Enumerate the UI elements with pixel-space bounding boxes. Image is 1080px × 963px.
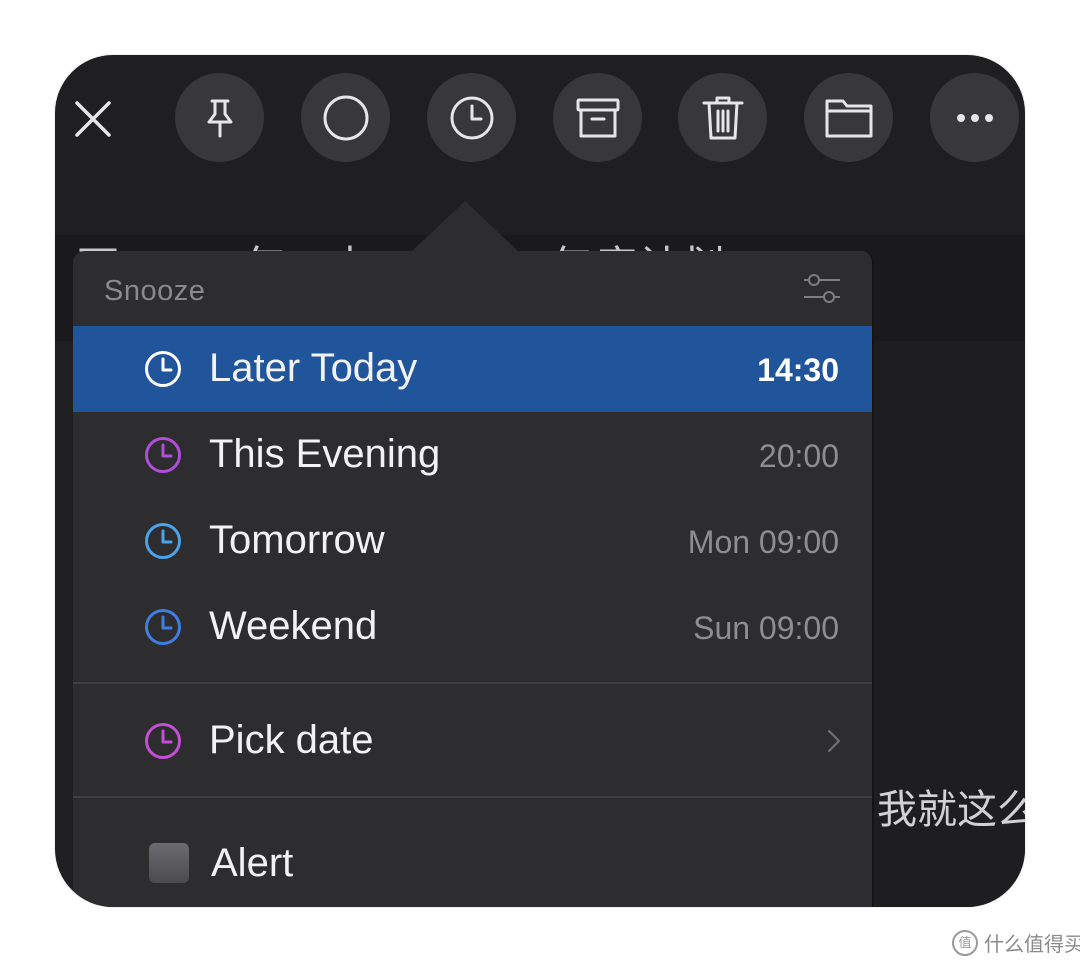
option-label: Weekend: [209, 604, 378, 648]
option-label: This Evening: [209, 432, 441, 476]
snooze-popover: Snooze Later Today 14:30 This Evening 20…: [73, 251, 874, 907]
archive-button[interactable]: [553, 73, 642, 162]
watermark: 值 什么值得买: [952, 928, 1080, 957]
snooze-button[interactable]: [427, 73, 516, 162]
move-to-folder-button[interactable]: [804, 73, 893, 162]
option-time: Sun 09:00: [693, 610, 839, 646]
archive-icon: [576, 98, 619, 137]
watermark-text: 什么值得买: [984, 934, 1080, 956]
menu-divider: [73, 682, 872, 684]
snooze-option-pick-date[interactable]: Pick date: [73, 698, 872, 784]
clock-icon: [145, 723, 181, 759]
email-body-text: 我就这么: [877, 788, 1025, 832]
clock-icon: [145, 437, 181, 473]
option-time: 14:30: [757, 352, 839, 388]
circle-icon: [323, 95, 368, 140]
pin-icon: [207, 99, 232, 137]
option-label: Later Today: [209, 346, 418, 390]
more-button[interactable]: [930, 73, 1019, 162]
popover-header: Snooze: [73, 251, 872, 326]
chevron-right-icon: [827, 729, 841, 753]
clock-icon: [145, 523, 181, 559]
more-icon: [956, 113, 993, 122]
snooze-option-later-today[interactable]: Later Today 14:30: [73, 326, 872, 412]
alert-label: Alert: [211, 841, 294, 885]
watermark-logo-icon: 值: [952, 929, 978, 956]
app-window: 西 ∙ ∙ ∙ ∙ 年 ∙ 吉 ∙ ∙ ∙ ∙ ∙ ∙ 年度计划 我就这么: [55, 55, 1025, 907]
alert-checkbox-row[interactable]: Alert: [73, 821, 872, 907]
menu-divider: [73, 796, 872, 798]
snooze-option-weekend[interactable]: Weekend Sun 09:00: [73, 584, 872, 670]
option-time: 20:00: [758, 438, 839, 474]
popover-title: Snooze: [104, 275, 206, 307]
folder-icon: [825, 99, 872, 137]
option-label: Pick date: [209, 718, 374, 762]
delete-button[interactable]: [678, 73, 767, 162]
trash-icon: [702, 96, 743, 139]
close-icon: [75, 101, 111, 137]
alert-checkbox[interactable]: [149, 843, 189, 883]
close-button[interactable]: [71, 97, 115, 141]
clock-icon: [145, 351, 181, 387]
popover-arrow: [410, 201, 520, 253]
clock-icon: [450, 96, 493, 139]
snooze-option-tomorrow[interactable]: Tomorrow Mon 09:00: [73, 498, 872, 584]
option-label: Tomorrow: [209, 518, 385, 562]
snooze-option-this-evening[interactable]: This Evening 20:00: [73, 412, 872, 498]
page: 西 ∙ ∙ ∙ ∙ 年 ∙ 吉 ∙ ∙ ∙ ∙ ∙ ∙ 年度计划 我就这么: [0, 0, 1080, 963]
option-time: Mon 09:00: [687, 524, 839, 560]
mark-unread-button[interactable]: [301, 73, 390, 162]
clock-icon: [145, 609, 181, 645]
pin-button[interactable]: [175, 73, 264, 162]
sliders-icon[interactable]: [802, 271, 842, 307]
